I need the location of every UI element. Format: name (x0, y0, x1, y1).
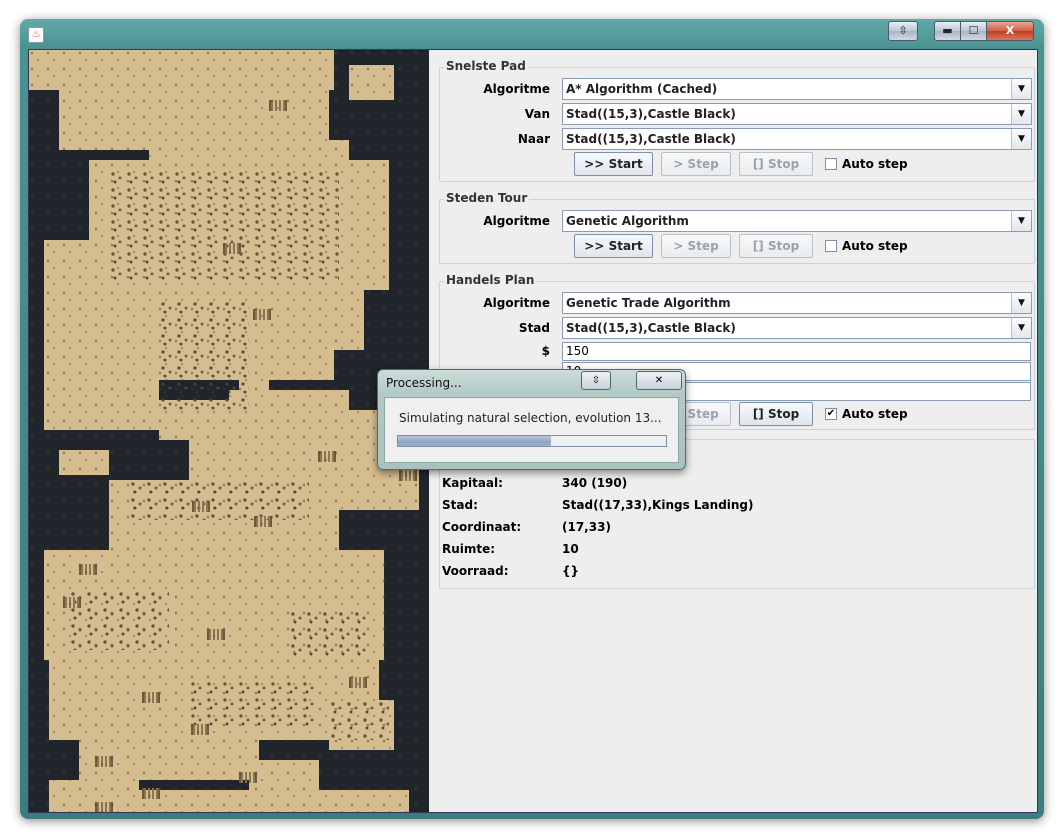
voorraad-value: {} (562, 564, 580, 578)
progress-fill (398, 436, 551, 446)
dialog-body: Simulating natural selection, evolution … (384, 397, 679, 463)
city-marker[interactable] (191, 724, 209, 735)
city-marker[interactable] (79, 564, 97, 575)
combo-value: Stad((15,3),Castle Black) (566, 107, 736, 121)
auto-step-label: Auto step (842, 239, 908, 253)
from-city-select[interactable]: Stad((15,3),Castle Black) ▼ (562, 103, 1032, 125)
combo-value: Stad((15,3),Castle Black) (566, 132, 736, 146)
trade-city-select[interactable]: Stad((15,3),Castle Black) ▼ (562, 317, 1032, 339)
city-marker[interactable] (349, 677, 367, 688)
kapitaal-label: Kapitaal: (442, 476, 503, 490)
processing-dialog[interactable]: Processing... ⇳ ✕ Simulating natural sel… (377, 369, 686, 470)
progress-bar (397, 435, 667, 447)
steden-tour-group: Steden Tour Algoritme Genetic Algorithm … (439, 191, 1035, 264)
city-marker[interactable] (239, 772, 257, 783)
maximize-button[interactable]: ☐ (960, 21, 987, 41)
path-stop-button[interactable]: [] Stop (739, 152, 813, 176)
trade-auto-step-checkbox[interactable]: ✔ (825, 408, 837, 420)
city-marker[interactable] (318, 451, 336, 462)
city-marker[interactable] (95, 756, 113, 767)
path-algorithm-select[interactable]: A* Algorithm (Cached) ▼ (562, 78, 1032, 100)
stad-info-label: Stad: (442, 498, 478, 512)
dialog-title: Processing... (386, 376, 462, 390)
pin-button[interactable]: ⇳ (888, 21, 918, 41)
algoritme-label: Algoritme (483, 296, 550, 310)
path-start-button[interactable]: >> Start (574, 152, 653, 176)
auto-step-label: Auto step (842, 407, 908, 421)
close-button[interactable]: X (986, 21, 1034, 41)
money-input[interactable]: 150 (562, 342, 1031, 361)
city-marker[interactable] (254, 516, 272, 527)
tour-algorithm-select[interactable]: Genetic Algorithm ▼ (562, 210, 1032, 232)
combo-value: Genetic Trade Algorithm (566, 296, 731, 310)
ruimte-value: 10 (562, 542, 579, 556)
city-marker[interactable] (253, 309, 271, 320)
group-title: Steden Tour (444, 191, 530, 205)
dialog-message: Simulating natural selection, evolution … (399, 411, 662, 425)
tour-start-button[interactable]: >> Start (574, 234, 653, 258)
city-marker[interactable] (207, 629, 225, 640)
window-titlebar[interactable]: ♨ ⇳ ▬ ☐ X (20, 19, 1044, 49)
group-title: Handels Plan (444, 273, 537, 287)
city-marker[interactable] (192, 501, 210, 512)
tour-step-button[interactable]: > Step (661, 234, 731, 258)
city-marker[interactable] (223, 243, 241, 254)
coordinaat-label: Coordinaat: (442, 520, 522, 534)
chevron-down-icon[interactable]: ▼ (1011, 293, 1031, 313)
snelste-pad-group: Snelste Pad Algoritme A* Algorithm (Cach… (439, 59, 1035, 182)
algoritme-label: Algoritme (483, 82, 550, 96)
to-city-select[interactable]: Stad((15,3),Castle Black) ▼ (562, 128, 1032, 150)
city-marker[interactable] (399, 470, 417, 481)
algoritme-label: Algoritme (483, 214, 550, 228)
combo-value: Genetic Algorithm (566, 214, 689, 228)
combo-value: A* Algorithm (Cached) (566, 82, 718, 96)
path-step-button[interactable]: > Step (661, 152, 731, 176)
kapitaal-value: 340 (190) (562, 476, 628, 490)
city-marker[interactable] (142, 692, 160, 703)
money-label: $ (541, 344, 550, 358)
city-marker[interactable] (95, 802, 113, 812)
chevron-down-icon[interactable]: ▼ (1011, 129, 1031, 149)
world-map[interactable] (29, 50, 429, 812)
stad-label: Stad (518, 321, 550, 335)
chevron-down-icon[interactable]: ▼ (1011, 79, 1031, 99)
stad-info-value: Stad((17,33),Kings Landing) (562, 498, 754, 512)
auto-step-label: Auto step (842, 157, 908, 171)
minimize-button[interactable]: ▬ (934, 21, 961, 41)
java-app-icon[interactable]: ♨ (28, 27, 44, 43)
dialog-pin-button[interactable]: ⇳ (581, 371, 611, 390)
combo-value: Stad((15,3),Castle Black) (566, 321, 736, 335)
coordinaat-value: (17,33) (562, 520, 611, 534)
trade-algorithm-select[interactable]: Genetic Trade Algorithm ▼ (562, 292, 1032, 314)
dialog-close-button[interactable]: ✕ (636, 371, 682, 390)
path-auto-step-checkbox[interactable] (825, 158, 837, 170)
tour-stop-button[interactable]: [] Stop (739, 234, 813, 258)
voorraad-label: Voorraad: (442, 564, 509, 578)
tour-auto-step-checkbox[interactable] (825, 240, 837, 252)
chevron-down-icon[interactable]: ▼ (1011, 318, 1031, 338)
group-title: Snelste Pad (444, 59, 528, 73)
city-marker[interactable] (142, 788, 160, 799)
chevron-down-icon[interactable]: ▼ (1011, 104, 1031, 124)
naar-label: Naar (517, 132, 550, 146)
trade-stop-button[interactable]: [] Stop (739, 402, 813, 426)
van-label: Van (524, 107, 550, 121)
city-marker[interactable] (63, 597, 81, 608)
ruimte-label: Ruimte: (442, 542, 496, 556)
chevron-down-icon[interactable]: ▼ (1011, 211, 1031, 231)
city-marker[interactable] (269, 100, 287, 111)
